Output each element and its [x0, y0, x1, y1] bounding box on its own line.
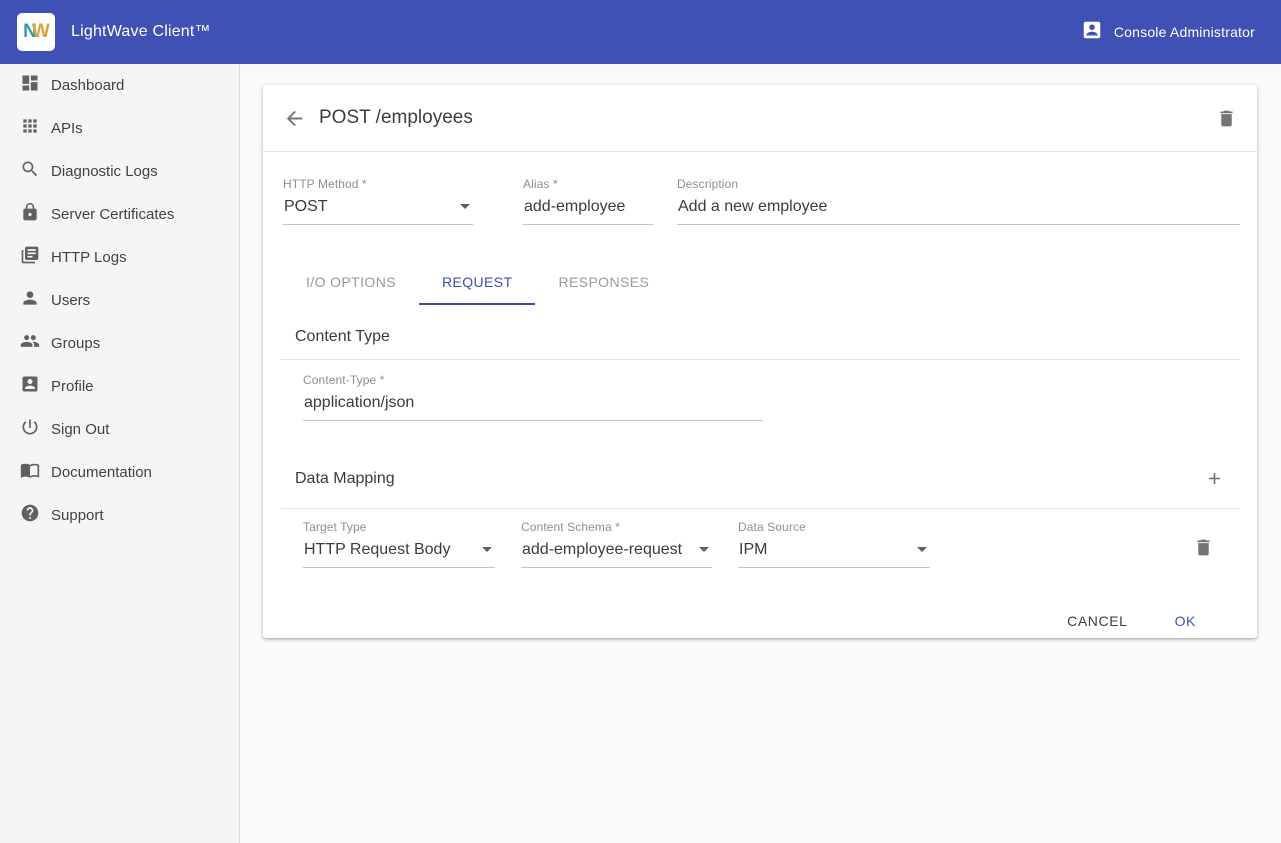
content-type-section-header: Content Type: [295, 328, 1221, 346]
tab-request[interactable]: REQUEST: [419, 259, 535, 305]
content-type-section-title: Content Type: [295, 328, 390, 345]
tab-responses[interactable]: RESPONSES: [535, 259, 672, 305]
page-title: POST /employees: [319, 107, 1216, 129]
app-title: LightWave Client™: [71, 23, 211, 41]
description-label: Description: [677, 177, 1240, 191]
sidebar-item-label: Users: [51, 292, 90, 309]
alias-field[interactable]: Alias * add-employee: [523, 177, 653, 225]
sidebar-item-label: Support: [51, 507, 104, 524]
sidebar-item-label: Documentation: [51, 464, 152, 481]
target-type-value: HTTP Request Body: [304, 541, 450, 558]
description-value: Add a new employee: [678, 198, 827, 215]
user-label: Console Administrator: [1114, 24, 1255, 40]
endpoint-fields-row: HTTP Method * POST Alias * add-employee …: [263, 177, 1257, 235]
chevron-down-icon: [917, 547, 927, 552]
dashboard-icon: [20, 73, 40, 98]
content-type-label: Content-Type *: [303, 373, 763, 387]
library-books-icon: [20, 245, 40, 270]
account-box-icon: [20, 374, 40, 399]
sidebar-item-server-certificates[interactable]: Server Certificates: [0, 193, 239, 236]
chevron-down-icon: [482, 547, 492, 552]
tab-io-options[interactable]: I/O OPTIONS: [283, 259, 419, 305]
content-schema-value: add-employee-request: [522, 541, 682, 558]
content-schema-label: Content Schema *: [521, 520, 712, 534]
description-field[interactable]: Description Add a new employee: [677, 177, 1240, 225]
sidebar-item-label: Groups: [51, 335, 100, 352]
endpoint-card: POST /employees HTTP Method * POST Alias…: [263, 85, 1257, 638]
logo-letter-w: W: [32, 21, 49, 43]
sidebar-item-groups[interactable]: Groups: [0, 322, 239, 365]
sidebar-item-label: HTTP Logs: [51, 249, 127, 266]
data-mapping-section-header: Data Mapping: [295, 469, 1224, 488]
http-method-value: POST: [284, 198, 328, 215]
tab-bar: I/O OPTIONS REQUEST RESPONSES: [283, 259, 1257, 305]
divider: [281, 359, 1240, 360]
data-source-value: IPM: [739, 541, 767, 558]
alias-value: add-employee: [524, 198, 625, 215]
target-type-label: Target Type: [303, 520, 495, 534]
sidebar-item-label: Dashboard: [51, 77, 124, 94]
main-content: POST /employees HTTP Method * POST Alias…: [240, 64, 1281, 843]
back-button[interactable]: [283, 107, 306, 130]
sidebar-item-dashboard[interactable]: Dashboard: [0, 64, 239, 107]
alias-label: Alias *: [523, 177, 653, 191]
card-actions: CANCEL OK: [263, 603, 1257, 639]
lock-icon: [20, 202, 40, 227]
sidebar-item-http-logs[interactable]: HTTP Logs: [0, 236, 239, 279]
people-icon: [20, 331, 40, 356]
http-method-select[interactable]: HTTP Method * POST: [283, 177, 473, 225]
content-type-field[interactable]: Content-Type * application/json: [303, 373, 763, 421]
search-icon: [20, 159, 40, 184]
data-source-select[interactable]: Data Source IPM: [738, 520, 930, 568]
sidebar: Dashboard APIs Diagnostic Logs Server Ce…: [0, 64, 240, 843]
app-header: N W LightWave Client™ Console Administra…: [0, 0, 1281, 64]
data-mapping-section-title: Data Mapping: [295, 470, 395, 488]
content-type-value: application/json: [304, 394, 414, 411]
app-logo: N W: [17, 13, 55, 51]
divider: [281, 508, 1240, 509]
delete-endpoint-button[interactable]: [1216, 108, 1237, 129]
card-header: POST /employees: [263, 85, 1257, 152]
open-book-icon: [20, 460, 40, 485]
sidebar-item-label: APIs: [51, 120, 83, 137]
sidebar-item-sign-out[interactable]: Sign Out: [0, 408, 239, 451]
sidebar-item-label: Diagnostic Logs: [51, 163, 158, 180]
power-icon: [20, 417, 40, 442]
add-mapping-button[interactable]: [1205, 469, 1224, 488]
account-box-icon: [1081, 19, 1103, 46]
sidebar-item-label: Profile: [51, 378, 94, 395]
sidebar-item-documentation[interactable]: Documentation: [0, 451, 239, 494]
person-icon: [20, 288, 40, 313]
account-menu[interactable]: Console Administrator: [1081, 19, 1255, 46]
chevron-down-icon: [460, 204, 470, 209]
help-icon: [20, 503, 40, 528]
data-mapping-row: Target Type HTTP Request Body Content Sc…: [263, 520, 1257, 582]
ok-button[interactable]: OK: [1159, 603, 1212, 639]
sidebar-item-diagnostic-logs[interactable]: Diagnostic Logs: [0, 150, 239, 193]
sidebar-item-users[interactable]: Users: [0, 279, 239, 322]
chevron-down-icon: [699, 547, 709, 552]
delete-mapping-button[interactable]: [1193, 537, 1214, 558]
cancel-button[interactable]: CANCEL: [1051, 603, 1143, 639]
sidebar-item-support[interactable]: Support: [0, 494, 239, 537]
http-method-label: HTTP Method *: [283, 177, 473, 191]
sidebar-item-label: Sign Out: [51, 421, 109, 438]
sidebar-item-apis[interactable]: APIs: [0, 107, 239, 150]
sidebar-item-label: Server Certificates: [51, 206, 174, 223]
target-type-select[interactable]: Target Type HTTP Request Body: [303, 520, 495, 568]
apps-icon: [20, 116, 40, 141]
data-source-label: Data Source: [738, 520, 930, 534]
content-schema-select[interactable]: Content Schema * add-employee-request: [521, 520, 712, 568]
sidebar-item-profile[interactable]: Profile: [0, 365, 239, 408]
